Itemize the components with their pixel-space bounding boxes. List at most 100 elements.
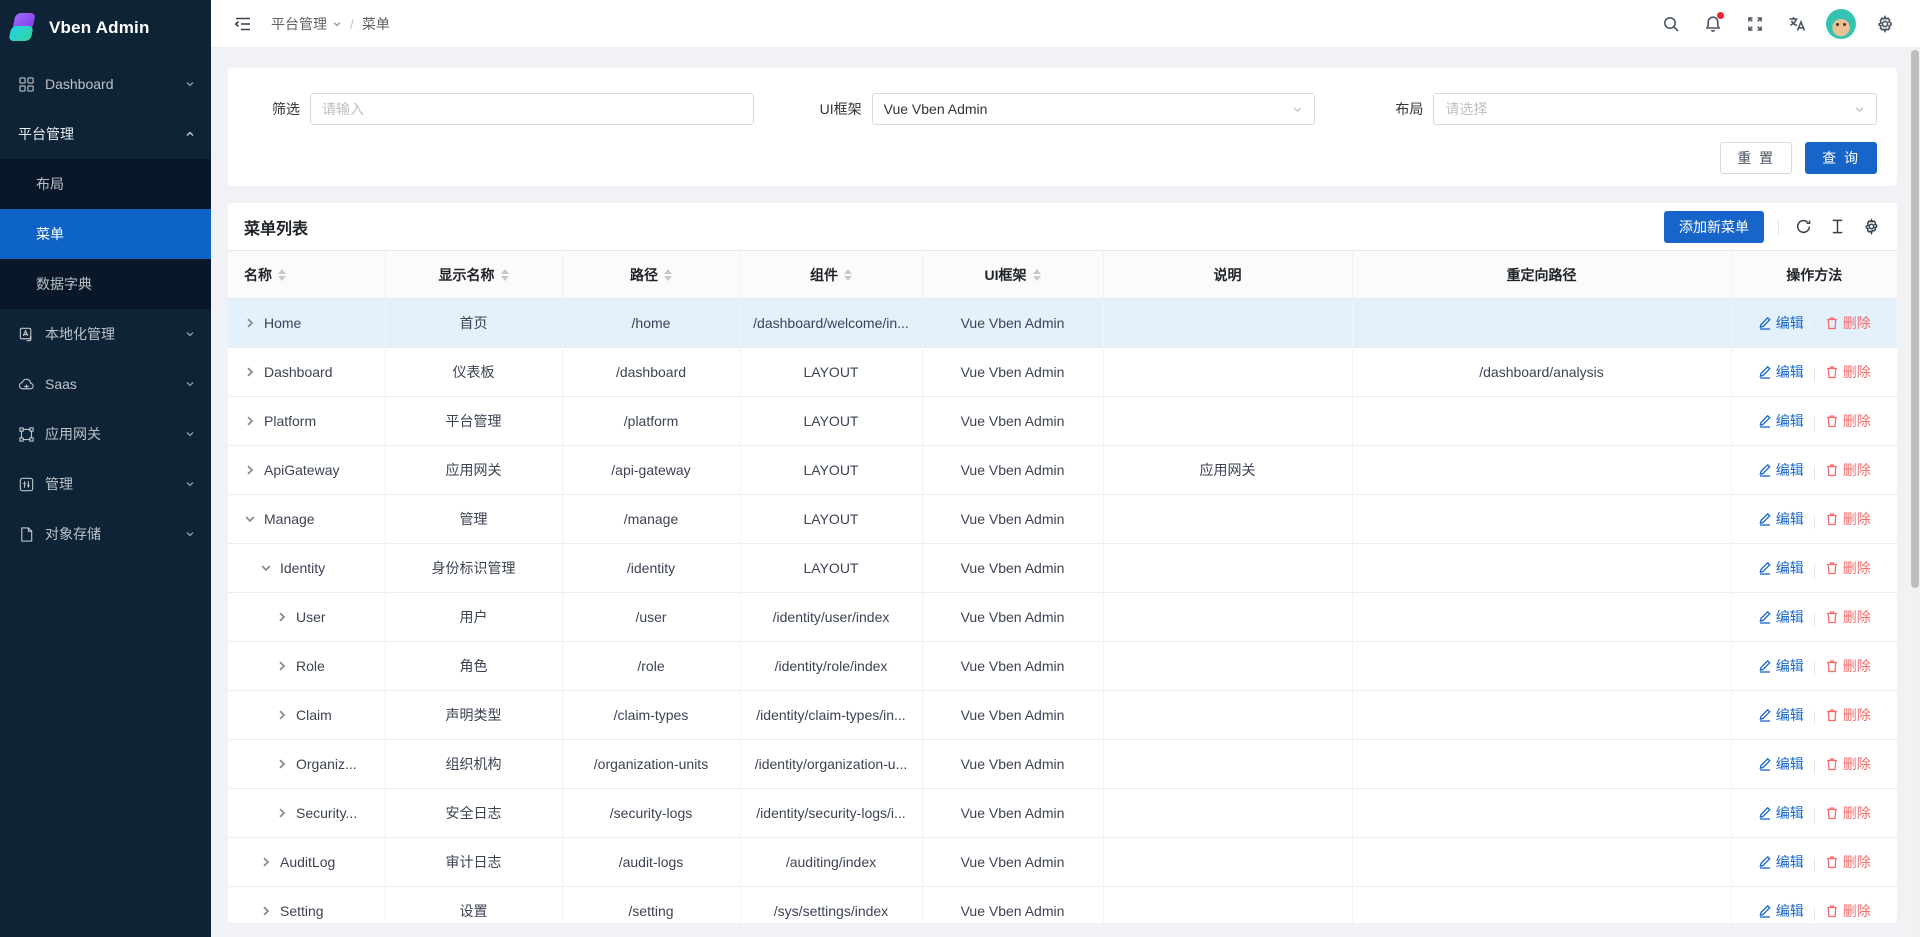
sidebar-item-管理[interactable]: 管理 (0, 459, 211, 509)
sidebar-subitem-菜单[interactable]: 菜单 (0, 209, 211, 259)
sidebar-item-对象存储[interactable]: 对象存储 (0, 509, 211, 559)
edit-button[interactable]: 编辑 (1758, 754, 1804, 774)
tree-expand-icon[interactable] (276, 758, 288, 770)
add-menu-button[interactable]: 添加新菜单 (1664, 211, 1764, 243)
sort-icon[interactable] (501, 269, 509, 281)
pencil-icon (1758, 610, 1772, 624)
edit-button[interactable]: 编辑 (1758, 313, 1804, 333)
sidebar-item-Dashboard[interactable]: Dashboard (0, 59, 211, 109)
table-row: Organiz...组织机构/organization-units/identi… (228, 740, 1897, 789)
localization-icon (18, 326, 35, 343)
edit-button[interactable]: 编辑 (1758, 558, 1804, 578)
tree-expand-icon[interactable] (244, 317, 256, 329)
fullscreen-icon[interactable] (1738, 7, 1772, 41)
sidebar-subitem-数据字典[interactable]: 数据字典 (0, 259, 211, 309)
delete-button[interactable]: 删除 (1825, 607, 1871, 627)
cell-path: /audit-logs (562, 838, 740, 887)
column-header-名称[interactable]: 名称 (228, 251, 385, 299)
edit-button[interactable]: 编辑 (1758, 509, 1804, 529)
filter-input[interactable] (310, 93, 754, 125)
scrollbar-thumb[interactable] (1911, 50, 1919, 588)
breadcrumb-group[interactable]: 平台管理 (271, 14, 342, 34)
tree-expand-icon[interactable] (276, 807, 288, 819)
refresh-icon[interactable] (1793, 217, 1813, 237)
ui-framework-label: UI框架 (810, 99, 872, 119)
tree-expand-icon[interactable] (244, 464, 256, 476)
edit-button[interactable]: 编辑 (1758, 705, 1804, 725)
sidebar-subitem-布局[interactable]: 布局 (0, 159, 211, 209)
tree-expand-icon[interactable] (244, 415, 256, 427)
tree-expand-icon[interactable] (276, 709, 288, 721)
search-icon[interactable] (1654, 7, 1688, 41)
column-header-路径[interactable]: 路径 (562, 251, 740, 299)
cell-display: 管理 (385, 495, 562, 544)
sort-icon[interactable] (278, 269, 286, 281)
sort-icon[interactable] (844, 269, 852, 281)
tree-expand-icon[interactable] (260, 856, 272, 868)
edit-button[interactable]: 编辑 (1758, 411, 1804, 431)
edit-button[interactable]: 编辑 (1758, 607, 1804, 627)
tree-expand-icon[interactable] (260, 562, 272, 574)
page-content: 筛选 UI框架 Vue Vben Admin 布局 请选择 (211, 48, 1920, 937)
column-header-显示名称[interactable]: 显示名称 (385, 251, 562, 299)
trash-icon (1825, 904, 1839, 918)
action-divider (1814, 319, 1815, 333)
tree-expand-icon[interactable] (276, 611, 288, 623)
cell-actions: 编辑 删除 (1731, 446, 1897, 495)
pencil-icon (1758, 414, 1772, 428)
delete-button[interactable]: 删除 (1825, 509, 1871, 529)
delete-button[interactable]: 删除 (1825, 754, 1871, 774)
user-avatar[interactable] (1826, 9, 1856, 39)
sort-icon[interactable] (664, 269, 672, 281)
cell-name: Platform (228, 397, 385, 446)
trash-icon (1825, 365, 1839, 379)
sidebar-item-Saas[interactable]: Saas (0, 359, 211, 409)
sidebar-item-平台管理[interactable]: 平台管理 (0, 109, 211, 159)
tree-expand-icon[interactable] (244, 513, 256, 525)
edit-button[interactable]: 编辑 (1758, 656, 1804, 676)
delete-button[interactable]: 删除 (1825, 852, 1871, 872)
row-height-icon[interactable] (1827, 217, 1847, 237)
delete-button[interactable]: 删除 (1825, 656, 1871, 676)
delete-button[interactable]: 删除 (1825, 362, 1871, 382)
settings-gear-icon[interactable] (1868, 7, 1902, 41)
edit-button[interactable]: 编辑 (1758, 901, 1804, 921)
column-settings-gear-icon[interactable] (1861, 217, 1881, 237)
translate-icon[interactable] (1780, 7, 1814, 41)
edit-button[interactable]: 编辑 (1758, 803, 1804, 823)
delete-button[interactable]: 删除 (1825, 460, 1871, 480)
cell-display: 声明类型 (385, 691, 562, 740)
trash-icon (1825, 316, 1839, 330)
reset-button[interactable]: 重 置 (1720, 142, 1792, 174)
tree-expand-icon[interactable] (244, 366, 256, 378)
delete-button[interactable]: 删除 (1825, 803, 1871, 823)
sidebar-item-应用网关[interactable]: 应用网关 (0, 409, 211, 459)
sidebar-item-本地化管理[interactable]: 本地化管理 (0, 309, 211, 359)
delete-button[interactable]: 删除 (1825, 705, 1871, 725)
trash-icon (1825, 561, 1839, 575)
layout-select[interactable]: 请选择 (1433, 93, 1877, 125)
query-button[interactable]: 查 询 (1805, 142, 1877, 174)
vertical-scrollbar[interactable] (1910, 48, 1920, 937)
tree-expand-icon[interactable] (260, 905, 272, 917)
sort-icon[interactable] (1033, 269, 1041, 281)
column-header-UI框架[interactable]: UI框架 (922, 251, 1103, 299)
ui-framework-select[interactable]: Vue Vben Admin (872, 93, 1316, 125)
trash-icon (1825, 855, 1839, 869)
app-logo[interactable]: Vben Admin (0, 0, 211, 55)
edit-button[interactable]: 编辑 (1758, 852, 1804, 872)
cell-component: /identity/user/index (740, 593, 922, 642)
sidebar-collapse-icon[interactable] (229, 10, 257, 38)
table-row: Security...安全日志/security-logs/identity/s… (228, 789, 1897, 838)
trash-icon (1825, 414, 1839, 428)
edit-button[interactable]: 编辑 (1758, 460, 1804, 480)
delete-button[interactable]: 删除 (1825, 558, 1871, 578)
edit-button[interactable]: 编辑 (1758, 362, 1804, 382)
delete-button[interactable]: 删除 (1825, 313, 1871, 333)
column-header-组件[interactable]: 组件 (740, 251, 922, 299)
tree-expand-icon[interactable] (276, 660, 288, 672)
notifications-bell-icon[interactable] (1696, 7, 1730, 41)
filter-text-input[interactable] (322, 101, 742, 117)
delete-button[interactable]: 删除 (1825, 411, 1871, 431)
delete-button[interactable]: 删除 (1825, 901, 1871, 921)
